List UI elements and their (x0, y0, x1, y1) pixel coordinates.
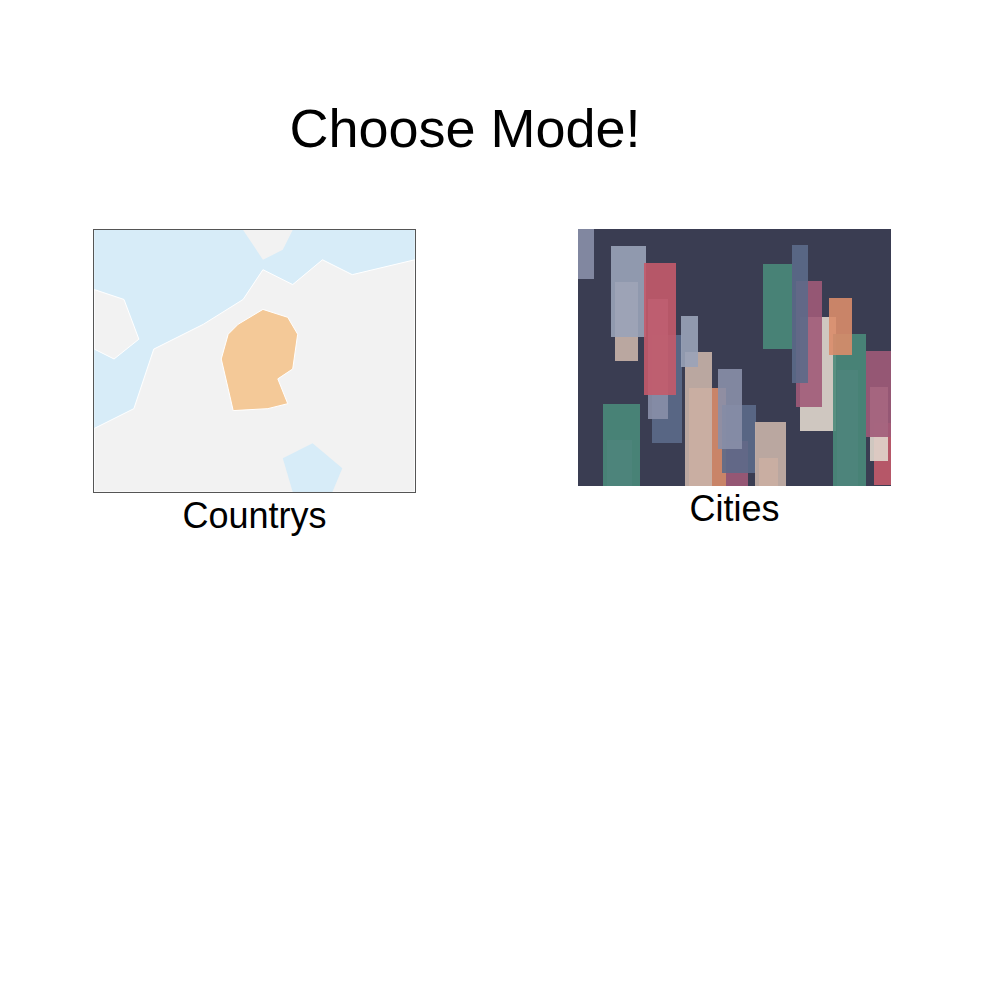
mode-list: Countrys Cities (0, 229, 1000, 537)
mode-label[interactable]: Countrys (182, 494, 326, 537)
mode-label[interactable]: Cities (689, 487, 779, 530)
mode-option[interactable]: Cities (578, 229, 891, 530)
page-title: Choose Mode! (0, 0, 1000, 161)
city-picture[interactable] (578, 229, 891, 486)
mode-option[interactable]: Countrys (93, 229, 416, 537)
map-picture[interactable] (93, 229, 416, 493)
